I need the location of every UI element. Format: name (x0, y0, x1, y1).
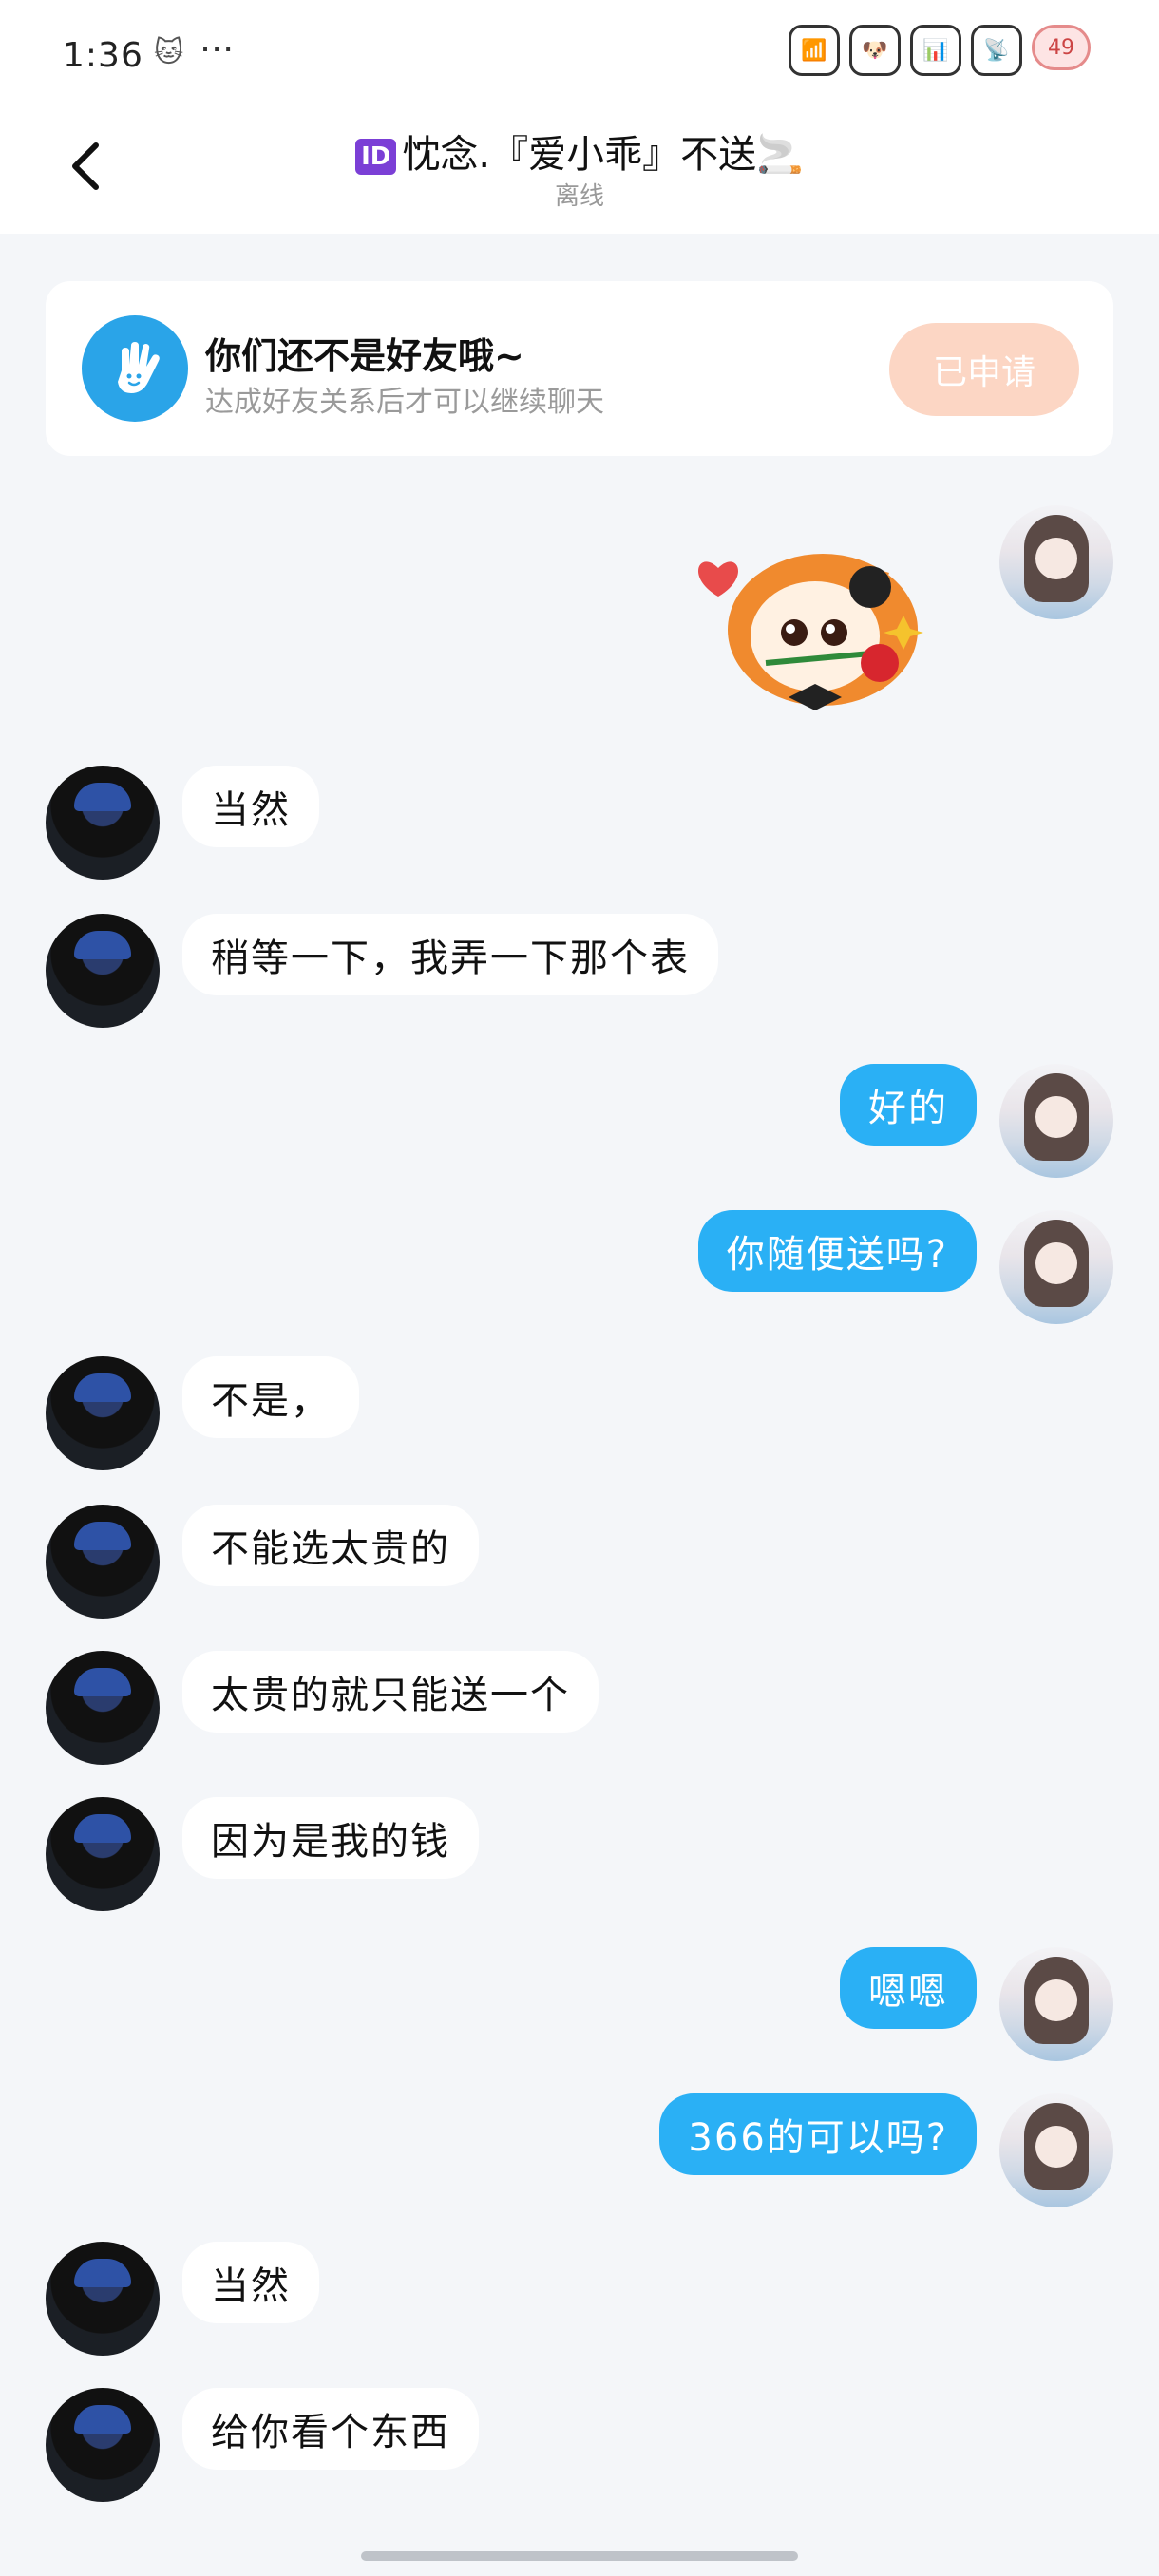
message-bubble-outgoing[interactable]: 你随便送吗? (697, 1210, 977, 1292)
message-bubble-outgoing[interactable]: 366的可以吗? (659, 2093, 977, 2175)
status-cat-icon: 🐱 (154, 36, 184, 69)
signal-icon: 📶 (788, 25, 840, 76)
avatar-self[interactable] (999, 1064, 1113, 1178)
status-more-icon: ··· (200, 28, 235, 70)
banner-title: 你们还不是好友哦~ (205, 335, 524, 377)
network-icon: 📊 (910, 25, 961, 76)
avatar-contact[interactable] (46, 2242, 160, 2356)
sticker-message[interactable] (690, 530, 946, 720)
message-bubble-incoming[interactable]: 当然 (182, 766, 319, 847)
top-bar: 1:36 🐱 ··· 📶 🐶 📊 📡 49 ID 忱念.『爱小乖』不送🚬 离线 (0, 0, 1159, 234)
contact-status: 离线 (554, 182, 604, 211)
avatar-self[interactable] (999, 1947, 1113, 2061)
avatar-contact[interactable] (46, 2388, 160, 2502)
battery-level: 49 (1048, 35, 1074, 60)
message-bubble-incoming[interactable]: 因为是我的钱 (182, 1797, 479, 1879)
message-bubble-incoming[interactable]: 太贵的就只能送一个 (182, 1651, 598, 1733)
status-icons: 📶 🐶 📊 📡 49 (788, 25, 1091, 76)
banner-subtitle: 达成好友关系后才可以继续聊天 (205, 386, 604, 419)
message-bubble-incoming[interactable]: 给你看个东西 (182, 2388, 479, 2470)
not-friends-banner: 你们还不是好友哦~ 达成好友关系后才可以继续聊天 已申请 (46, 281, 1113, 456)
applied-button[interactable]: 已申请 (889, 323, 1079, 416)
message-bubble-incoming[interactable]: 稍等一下，我弄一下那个表 (182, 914, 718, 995)
message-bubble-outgoing[interactable]: 好的 (840, 1064, 977, 1146)
message-bubble-incoming[interactable]: 当然 (182, 2242, 319, 2323)
message-bubble-incoming[interactable]: 不能选太贵的 (182, 1505, 479, 1586)
hand-icon (82, 315, 188, 422)
avatar-self[interactable] (999, 505, 1113, 619)
chat-title[interactable]: ID 忱念.『爱小乖』不送🚬 (0, 123, 1159, 179)
message-bubble-incoming[interactable]: 不是， (182, 1356, 359, 1438)
contact-name: 忱念.『爱小乖』不送🚬 (402, 133, 804, 177)
wifi-icon: 📡 (971, 25, 1022, 76)
avatar-contact[interactable] (46, 1651, 160, 1765)
avatar-contact[interactable] (46, 1797, 160, 1911)
battery-icon: 49 (1032, 25, 1091, 70)
avatar-contact[interactable] (46, 1505, 160, 1619)
home-indicator[interactable] (361, 2551, 798, 2561)
avatar-contact[interactable] (46, 766, 160, 880)
avatar-self[interactable] (999, 1210, 1113, 1324)
status-time: 1:36 (63, 36, 143, 75)
id-badge-icon: ID (355, 139, 397, 175)
avatar-self[interactable] (999, 2093, 1113, 2207)
sticker-character-icon (698, 554, 923, 710)
signal-icon-2: 🐶 (849, 25, 901, 76)
avatar-contact[interactable] (46, 914, 160, 1028)
message-bubble-outgoing[interactable]: 嗯嗯 (840, 1947, 977, 2029)
avatar-contact[interactable] (46, 1356, 160, 1470)
